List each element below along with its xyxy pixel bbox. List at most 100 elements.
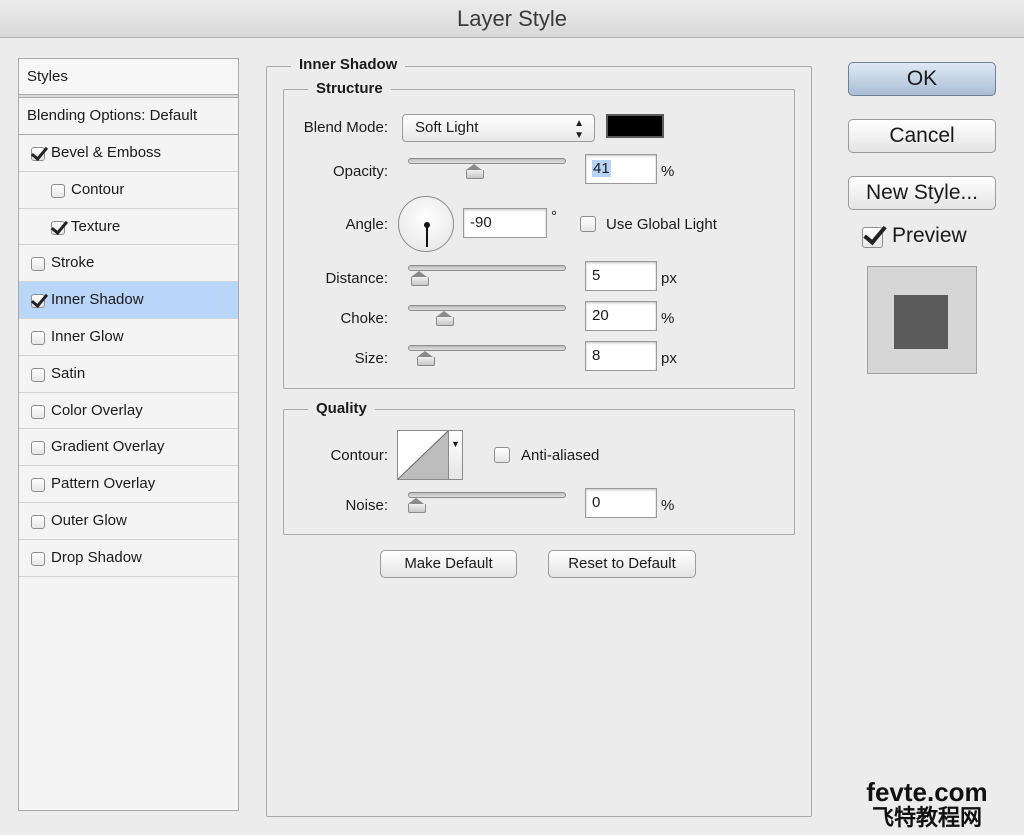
angle-label: Angle: <box>345 216 388 233</box>
style-item-blending-options-default[interactable]: Blending Options: Default <box>19 98 238 135</box>
distance-label: Distance: <box>325 270 388 287</box>
opacity-label: Opacity: <box>332 163 388 180</box>
style-item-label: Stroke <box>51 254 95 272</box>
style-item-satin[interactable]: Satin <box>19 355 238 393</box>
preview-thumbnail <box>867 266 977 374</box>
preview-shape <box>894 295 948 349</box>
noise-field[interactable]: 0 <box>585 488 657 518</box>
noise-label: Noise: <box>345 497 388 514</box>
size-slider-thumb[interactable] <box>416 351 435 366</box>
opacity-value: 41 <box>592 160 611 177</box>
window-title: Layer Style <box>0 0 1024 38</box>
style-item-label: Gradient Overlay <box>51 438 165 456</box>
blend-mode-value: Soft Light <box>415 119 479 136</box>
style-item-checkbox[interactable] <box>51 220 65 235</box>
style-item-checkbox[interactable] <box>31 147 45 161</box>
ok-button[interactable]: OK <box>848 62 996 96</box>
reset-to-default-button[interactable]: Reset to Default <box>548 550 696 578</box>
cancel-button[interactable]: Cancel <box>848 119 996 153</box>
choke-label: Choke: <box>340 310 388 327</box>
angle-dial[interactable] <box>398 196 454 252</box>
new-style-button[interactable]: New Style... <box>848 176 996 210</box>
watermark-line2: 飞特教程网 <box>871 805 982 830</box>
style-item-inner-shadow[interactable]: Inner Shadow <box>19 282 238 319</box>
noise-slider-track[interactable] <box>408 492 566 498</box>
style-item-label: Satin <box>51 364 86 382</box>
anti-aliased-checkbox[interactable] <box>494 447 510 463</box>
anti-aliased-label[interactable]: Anti-aliased <box>521 447 599 464</box>
contour-curve-icon <box>398 431 448 479</box>
angle-dial-needle <box>426 225 428 247</box>
angle-unit: ° <box>551 208 557 225</box>
quality-group <box>283 409 795 535</box>
style-item-texture[interactable]: Texture <box>19 208 238 246</box>
opacity-slider-thumb[interactable] <box>466 164 485 179</box>
chevron-down-icon[interactable]: ▼ <box>448 431 462 479</box>
style-item-label: Pattern Overlay <box>51 475 156 493</box>
contour-label: Contour: <box>330 447 388 464</box>
use-global-light-label[interactable]: Use Global Light <box>606 216 717 233</box>
style-item-checkbox[interactable] <box>31 404 45 419</box>
style-item-label: Bevel & Emboss <box>51 144 162 161</box>
contour-picker[interactable]: ▼ <box>397 430 463 480</box>
style-item-checkbox[interactable] <box>51 183 65 198</box>
styles-list: Styles Blending Options: Default Bevel & … <box>18 58 239 811</box>
choke-unit: % <box>661 310 675 327</box>
distance-field[interactable]: 5 <box>585 261 657 291</box>
opacity-field[interactable]: 41 <box>585 154 657 184</box>
noise-unit: % <box>661 497 675 514</box>
styles-header[interactable]: Styles <box>19 59 238 95</box>
style-item-checkbox[interactable] <box>31 367 45 382</box>
watermark-logo: fevte.com 飞特教程网 <box>862 778 992 834</box>
preview-label[interactable]: Preview <box>892 224 967 248</box>
chevron-updown-icon: ▲ ▼ <box>574 118 584 141</box>
style-item-checkbox[interactable] <box>31 514 45 529</box>
quality-title: Quality <box>308 400 375 417</box>
distance-slider-thumb[interactable] <box>410 271 429 286</box>
style-item-checkbox[interactable] <box>31 478 45 493</box>
style-item-checkbox[interactable] <box>31 551 45 566</box>
make-default-button[interactable]: Make Default <box>380 550 517 578</box>
style-item-contour[interactable]: Contour <box>19 171 238 209</box>
style-item-stroke[interactable]: Stroke <box>19 245 238 283</box>
size-unit: px <box>661 350 677 367</box>
style-item-outer-glow[interactable]: Outer Glow <box>19 502 238 540</box>
distance-unit: px <box>661 270 677 287</box>
noise-slider-thumb[interactable] <box>408 498 426 513</box>
blend-mode-select[interactable]: Soft Light ▲ ▼ <box>402 114 595 142</box>
inner-shadow-title: Inner Shadow <box>291 56 406 73</box>
style-item-label: Color Overlay <box>51 401 143 419</box>
size-field[interactable]: 8 <box>585 341 657 371</box>
structure-title: Structure <box>308 80 391 97</box>
style-item-gradient-overlay[interactable]: Gradient Overlay <box>19 429 238 467</box>
opacity-unit: % <box>661 163 675 180</box>
angle-field[interactable]: -90 <box>463 208 547 238</box>
style-item-inner-glow[interactable]: Inner Glow <box>19 318 238 356</box>
watermark-line1: fevte.com <box>866 777 988 807</box>
choke-slider-thumb[interactable] <box>436 311 455 326</box>
style-item-pattern-overlay[interactable]: Pattern Overlay <box>19 466 238 503</box>
style-item-checkbox[interactable] <box>31 294 45 309</box>
choke-field[interactable]: 20 <box>585 301 657 331</box>
style-item-label: Blending Options: Default <box>27 107 198 124</box>
shadow-color-swatch[interactable] <box>606 114 664 138</box>
style-item-label: Outer Glow <box>51 511 127 529</box>
style-item-color-overlay[interactable]: Color Overlay <box>19 392 238 430</box>
style-item-label: Inner Glow <box>51 327 124 345</box>
style-item-label: Inner Shadow <box>51 291 144 309</box>
layer-style-dialog: Styles Blending Options: Default Bevel & … <box>0 38 1024 835</box>
style-item-drop-shadow[interactable]: Drop Shadow <box>19 539 238 577</box>
style-item-bevel-emboss[interactable]: Bevel & Emboss <box>19 135 238 172</box>
style-item-checkbox[interactable] <box>31 441 45 456</box>
distance-slider-track[interactable] <box>408 265 566 271</box>
style-item-label: Texture <box>71 217 121 235</box>
blend-mode-label: Blend Mode: <box>303 119 388 136</box>
opacity-slider-track[interactable] <box>408 158 566 164</box>
choke-slider-track[interactable] <box>408 305 566 311</box>
preview-checkbox[interactable] <box>862 227 883 248</box>
use-global-light-checkbox[interactable] <box>580 216 596 232</box>
style-item-label: Drop Shadow <box>51 548 142 566</box>
style-item-checkbox[interactable] <box>31 330 45 345</box>
style-item-checkbox[interactable] <box>31 257 45 272</box>
size-label: Size: <box>354 350 388 367</box>
